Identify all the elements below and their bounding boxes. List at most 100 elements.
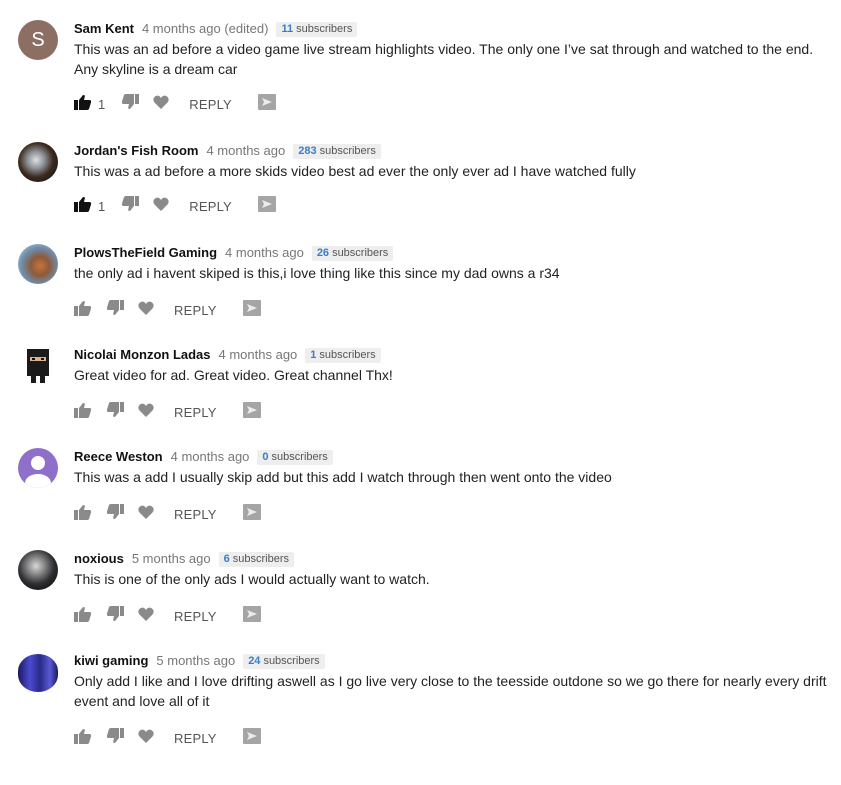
comment-header: Jordan's Fish Room 4 months ago 283 subscri… <box>74 142 381 160</box>
comment-actions: REPLY <box>74 401 261 423</box>
avatar[interactable] <box>18 654 58 692</box>
subscriber-label: subscribers <box>232 553 289 565</box>
heart-icon[interactable] <box>153 197 169 216</box>
comment-header: noxious 5 months ago 6 subscribers <box>74 550 294 568</box>
author-name[interactable]: Sam Kent <box>74 21 134 36</box>
like-count: 1 <box>98 198 106 214</box>
comment-time[interactable]: 5 months ago <box>132 551 211 566</box>
flag-icon[interactable] <box>242 727 261 749</box>
heart-icon[interactable] <box>138 729 154 748</box>
comment-time[interactable]: 4 months ago <box>171 449 250 464</box>
reply-button[interactable]: REPLY <box>174 609 217 624</box>
reply-button[interactable]: REPLY <box>174 507 217 522</box>
subscriber-badge: 0 subscribers <box>257 450 333 465</box>
comment-header: Sam Kent 4 months ago (edited) 11 subscribe… <box>74 20 358 38</box>
author-name[interactable]: kiwi gaming <box>74 653 148 668</box>
heart-icon[interactable] <box>138 607 154 626</box>
comment-actions: 1 REPLY <box>74 195 276 217</box>
avatar[interactable] <box>18 346 58 386</box>
comment-actions: REPLY <box>74 727 261 749</box>
thumbs-down-icon[interactable] <box>106 605 124 627</box>
subscriber-badge: 26 subscribers <box>311 246 394 261</box>
thumbs-down-icon[interactable] <box>121 93 140 115</box>
comment-text: This was a add I usually skip add but th… <box>74 469 612 485</box>
author-name[interactable]: Jordan's Fish Room <box>74 143 198 158</box>
like-count: 1 <box>98 96 106 112</box>
thumbs-down-icon[interactable] <box>106 299 124 321</box>
thumbs-down-icon[interactable] <box>106 401 124 423</box>
flag-icon[interactable] <box>257 195 276 217</box>
reply-button[interactable]: REPLY <box>174 405 217 420</box>
flag-icon[interactable] <box>242 503 261 525</box>
author-name[interactable]: Nicolai Monzon Ladas <box>74 347 211 362</box>
thumbs-down-icon[interactable] <box>106 727 124 749</box>
comment-actions: REPLY <box>74 299 261 321</box>
comment-text: This is one of the only ads I would actu… <box>74 571 430 587</box>
heart-icon[interactable] <box>153 95 169 114</box>
comment-text: Only add I like and I love drifting aswe… <box>74 673 827 709</box>
comment-actions: 1 REPLY <box>74 93 276 115</box>
subscriber-label: subscribers <box>263 655 320 667</box>
comment-text: This was a ad before a more skids video … <box>74 163 636 179</box>
subscriber-count: 1 <box>310 349 317 361</box>
author-name[interactable]: PlowsTheField Gaming <box>74 245 217 260</box>
subscriber-badge: 11 subscribers <box>276 22 358 37</box>
subscriber-label: subscribers <box>271 451 328 463</box>
thumbs-up-icon[interactable] <box>74 402 92 423</box>
subscriber-count: 24 <box>248 655 261 667</box>
subscriber-count: 26 <box>316 247 330 259</box>
reply-button[interactable]: REPLY <box>189 97 232 112</box>
subscriber-badge: 1 subscribers <box>305 348 381 363</box>
thumbs-up-icon[interactable] <box>74 504 92 525</box>
comment-text: Great video for ad. Great video. Great c… <box>74 367 393 383</box>
heart-icon[interactable] <box>138 505 154 524</box>
comment-header: kiwi gaming 5 months ago 24 subscribers <box>74 652 325 670</box>
comment-actions: REPLY <box>74 503 261 525</box>
comment-header: Reece Weston 4 months ago 0 subscribers <box>74 448 333 466</box>
comment-header: PlowsTheField Gaming 4 months ago 26 subscr… <box>74 244 394 262</box>
comment-text: the only ad i havent skiped is this,i lo… <box>74 265 560 281</box>
avatar[interactable] <box>18 142 58 182</box>
subscriber-label: subscribers <box>296 23 353 35</box>
avatar[interactable] <box>18 244 58 284</box>
comment-header: Nicolai Monzon Ladas 4 months ago 1 subscri… <box>74 346 381 364</box>
comment-time[interactable]: 4 months ago <box>206 143 285 158</box>
heart-icon[interactable] <box>138 403 154 422</box>
subscriber-count: 283 <box>298 145 317 157</box>
flag-icon[interactable] <box>242 299 261 321</box>
avatar[interactable]: S <box>18 20 58 60</box>
subscriber-badge: 6 subscribers <box>218 552 294 567</box>
flag-icon[interactable] <box>242 401 261 423</box>
thumbs-down-icon[interactable] <box>121 195 140 217</box>
comment-time[interactable]: 5 months ago <box>156 653 235 668</box>
thumbs-up-icon[interactable] <box>74 728 92 749</box>
reply-button[interactable]: REPLY <box>174 303 217 318</box>
comment-time[interactable]: 4 months ago (edited) <box>142 21 268 36</box>
flag-icon[interactable] <box>242 605 261 627</box>
avatar[interactable] <box>18 448 58 488</box>
thumbs-up-icon[interactable] <box>74 606 92 627</box>
subscriber-count: 0 <box>262 451 269 463</box>
comment-time[interactable]: 4 months ago <box>225 245 304 260</box>
avatar[interactable] <box>18 550 58 590</box>
reply-button[interactable]: REPLY <box>174 731 217 746</box>
reply-button[interactable]: REPLY <box>189 199 232 214</box>
comment-time[interactable]: 4 months ago <box>219 347 298 362</box>
subscriber-label: subscribers <box>319 145 376 157</box>
author-name[interactable]: Reece Weston <box>74 449 163 464</box>
comment-actions: REPLY <box>74 605 261 627</box>
author-name[interactable]: noxious <box>74 551 124 566</box>
thumbs-up-icon[interactable] <box>74 196 92 217</box>
subscriber-label: subscribers <box>319 349 376 361</box>
thumbs-up-icon[interactable] <box>74 300 92 321</box>
thumbs-down-icon[interactable] <box>106 503 124 525</box>
thumbs-up-icon[interactable] <box>74 94 92 115</box>
flag-icon[interactable] <box>257 93 276 115</box>
comment-text: This was an ad before a video game live … <box>74 41 814 77</box>
heart-icon[interactable] <box>138 301 154 320</box>
subscriber-badge: 283 subscribers <box>293 144 381 159</box>
subscriber-badge: 24 subscribers <box>243 654 325 669</box>
subscriber-label: subscribers <box>332 247 389 259</box>
subscriber-count: 11 <box>281 23 294 35</box>
subscriber-count: 6 <box>223 553 230 565</box>
